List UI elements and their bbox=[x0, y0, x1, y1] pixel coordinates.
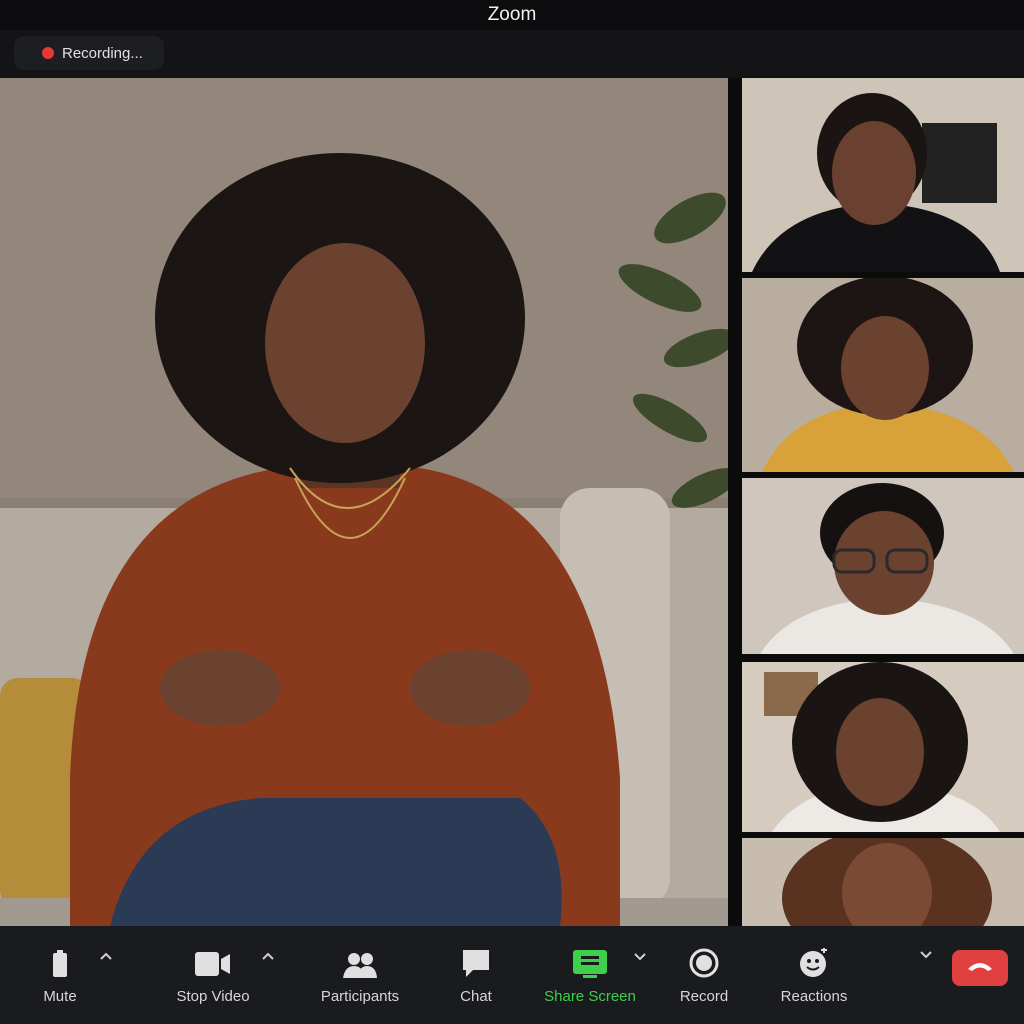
mute-label: Mute bbox=[43, 988, 77, 1005]
end-call-button[interactable] bbox=[952, 950, 1008, 986]
reactions-label: Reactions bbox=[780, 988, 848, 1005]
video-stage bbox=[0, 78, 1024, 926]
speaker-video-frame bbox=[0, 78, 728, 926]
participant-video-frame bbox=[742, 662, 1024, 832]
meeting-toolbar: Mute Stop Video Participants Chat Share … bbox=[0, 926, 1024, 1024]
participant-video-1[interactable] bbox=[742, 78, 1024, 272]
recording-label: Recording... bbox=[62, 44, 143, 62]
share-screen-icon bbox=[573, 944, 607, 978]
reactions-icon bbox=[799, 944, 829, 978]
chevron-up-icon[interactable] bbox=[98, 948, 114, 964]
chevron-down-icon[interactable] bbox=[918, 946, 934, 962]
camera-icon bbox=[195, 944, 231, 978]
window-title: Zoom bbox=[487, 4, 537, 25]
participants-label: Participants bbox=[320, 988, 400, 1005]
participant-video-5[interactable] bbox=[742, 838, 1024, 926]
participants-icon bbox=[343, 944, 377, 978]
chat-button[interactable]: Chat bbox=[444, 926, 508, 1024]
mute-button[interactable]: Mute bbox=[24, 926, 96, 1024]
participant-video-frame bbox=[742, 838, 1024, 926]
participant-video-frame bbox=[742, 478, 1024, 654]
microphone-icon bbox=[51, 944, 69, 978]
recording-dot-icon bbox=[42, 47, 54, 59]
record-label: Record bbox=[679, 988, 729, 1005]
chat-label: Chat bbox=[460, 988, 492, 1005]
participant-video-frame bbox=[742, 278, 1024, 472]
participant-video-2[interactable] bbox=[742, 278, 1024, 472]
share-screen-label: Share Screen bbox=[544, 988, 636, 1005]
participants-button[interactable]: Participants bbox=[310, 926, 410, 1024]
recording-indicator[interactable]: Recording... bbox=[14, 36, 164, 70]
participant-video-4[interactable] bbox=[742, 662, 1024, 832]
title-bar: Zoom bbox=[0, 0, 1024, 30]
active-speaker-video[interactable] bbox=[0, 78, 728, 926]
end-call-icon bbox=[966, 959, 994, 978]
stop-video-label: Stop Video bbox=[176, 988, 250, 1005]
recording-bar: Recording... bbox=[0, 30, 1024, 76]
chevron-up-icon[interactable] bbox=[260, 948, 276, 964]
stop-video-button[interactable]: Stop Video bbox=[162, 926, 264, 1024]
record-icon bbox=[689, 944, 719, 978]
chevron-down-icon[interactable] bbox=[632, 948, 648, 964]
chat-icon bbox=[461, 944, 491, 978]
participant-video-3[interactable] bbox=[742, 478, 1024, 654]
reactions-button[interactable]: Reactions bbox=[768, 926, 860, 1024]
participant-video-frame bbox=[742, 78, 1024, 272]
record-button[interactable]: Record bbox=[670, 926, 738, 1024]
share-screen-button[interactable]: Share Screen bbox=[534, 926, 646, 1024]
